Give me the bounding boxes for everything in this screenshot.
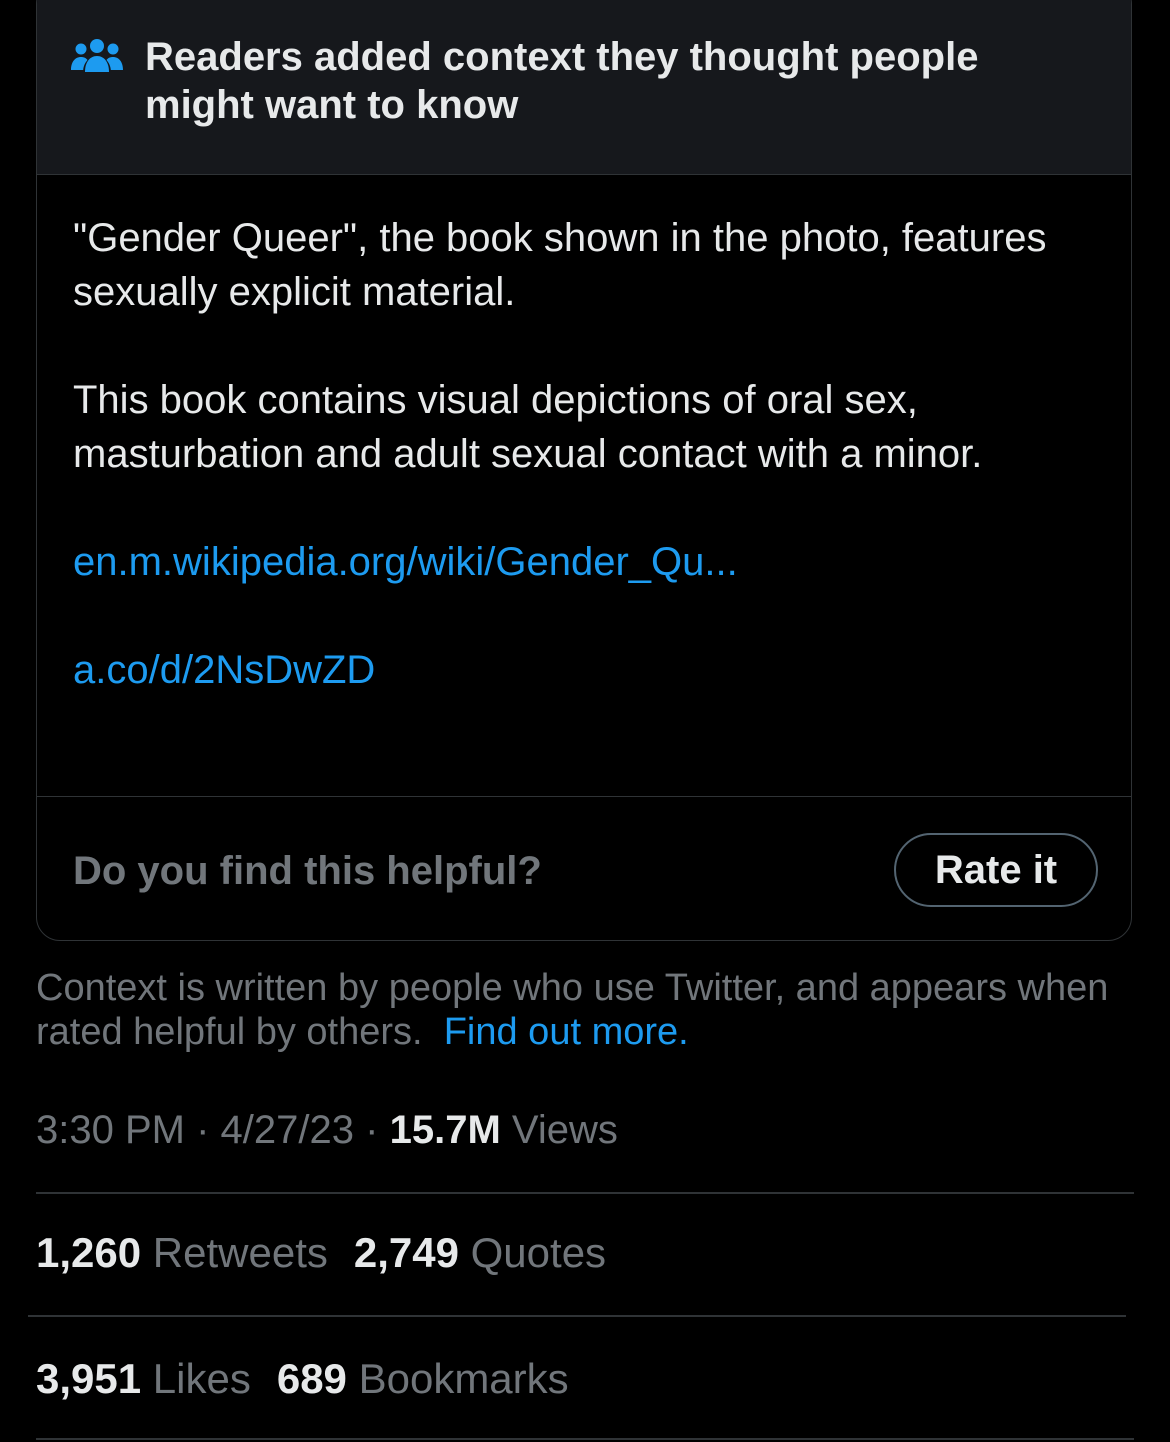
meta-separator: · [196,1108,210,1152]
source-link[interactable]: en.m.wikipedia.org/wiki/Gender_Qu... [73,540,738,584]
find-out-more-link[interactable]: Find out more. [444,1011,689,1053]
divider [36,1192,1134,1194]
likes-label: Likes [152,1355,251,1402]
rate-it-button[interactable]: Rate it [894,833,1098,907]
tweet-meta: 3:30 PM · 4/27/23 · 15.7M Views [36,1106,618,1154]
likes-count: 3,951 [36,1355,142,1402]
bookmarks-count: 689 [276,1355,347,1402]
tweet-date[interactable]: 4/27/23 [221,1108,354,1152]
note-body: "Gender Queer", the book shown in the ph… [73,211,1083,697]
retweets-count: 1,260 [36,1229,142,1276]
note-header: Readers added context they thought peopl… [37,0,1131,175]
helpful-question: Do you find this helpful? [73,849,542,893]
note-header-title: Readers added context they thought peopl… [145,35,979,127]
note-paragraph: "Gender Queer", the book shown in the ph… [73,216,1047,314]
retweets-stat[interactable]: 1,260 Retweets [36,1228,328,1278]
helpful-section: Do you find this helpful? Rate it [37,796,1131,940]
quotes-count: 2,749 [353,1229,459,1276]
views-count: 15.7M [389,1108,501,1152]
bookmarks-stat[interactable]: 689 Bookmarks [277,1354,569,1404]
views-label: Views [511,1108,618,1152]
tweet-time[interactable]: 3:30 PM [36,1108,185,1152]
quotes-label: Quotes [470,1229,607,1276]
note-paragraph: This book contains visual depictions of … [73,378,983,476]
divider [28,1315,1126,1317]
retweets-label: Retweets [152,1229,328,1276]
bookmarks-label: Bookmarks [358,1355,569,1402]
divider [36,1438,1134,1440]
meta-separator: · [365,1108,379,1152]
source-link[interactable]: a.co/d/2NsDwZD [73,648,375,692]
community-note-card: Readers added context they thought peopl… [36,0,1132,941]
stats-row-reposts: 1,260 Retweets 2,749 Quotes [36,1228,632,1278]
likes-stat[interactable]: 3,951 Likes [36,1354,251,1404]
stats-row-engagement: 3,951 Likes 689 Bookmarks [36,1354,595,1404]
quotes-stat[interactable]: 2,749 Quotes [354,1228,606,1278]
context-disclaimer: Context is written by people who use Twi… [36,966,1136,1054]
people-icon [71,39,123,72]
